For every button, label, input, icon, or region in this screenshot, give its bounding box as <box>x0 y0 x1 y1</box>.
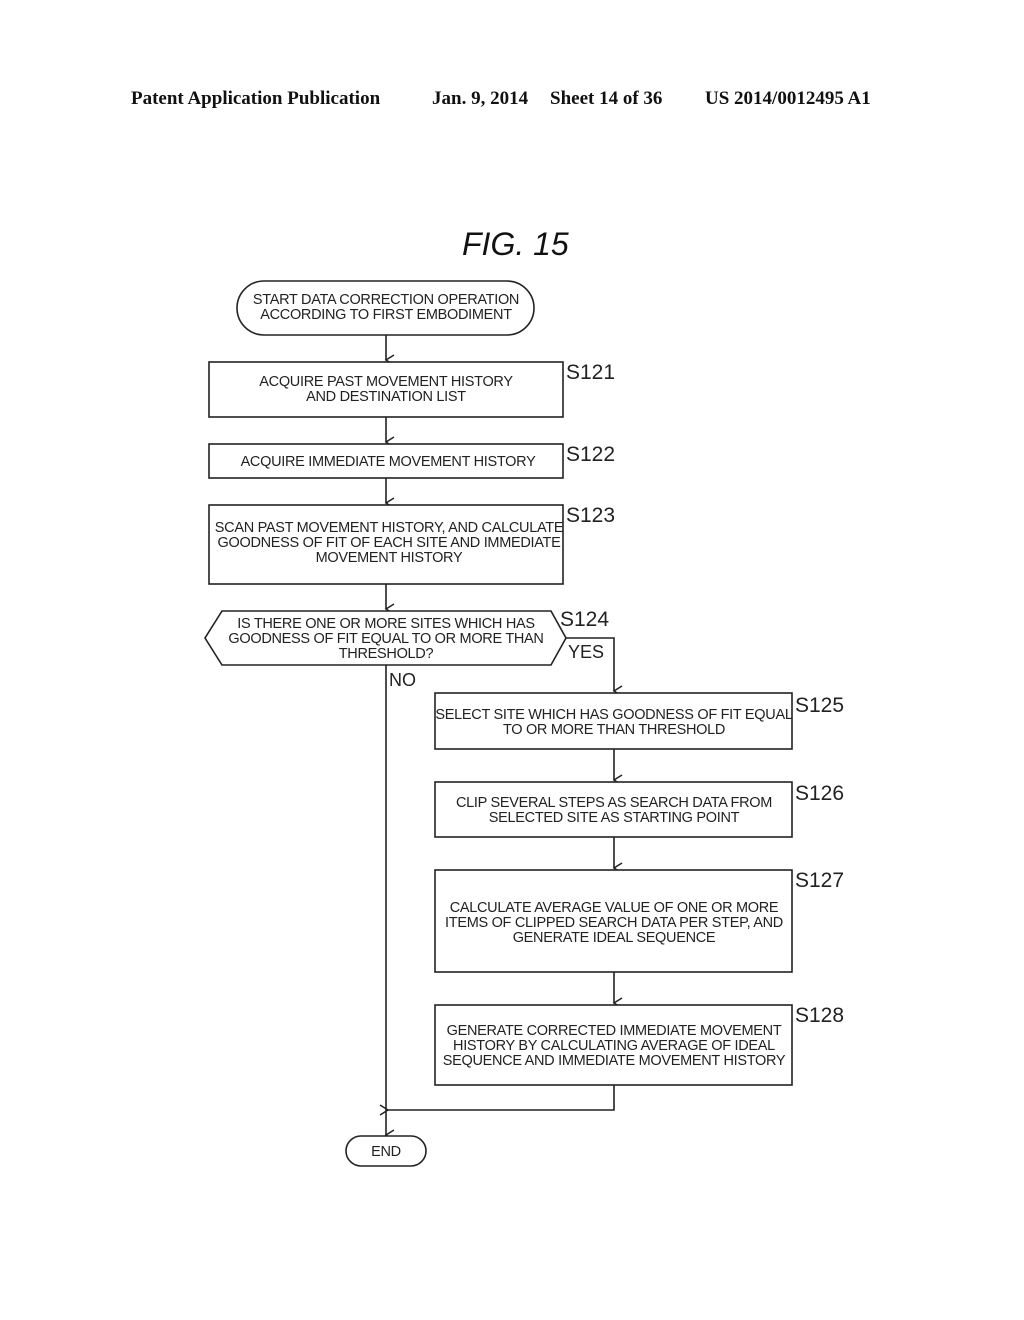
s127-line-1: CALCULATE AVERAGE VALUE OF ONE OR MORE <box>450 900 779 916</box>
s127-line-3: GENERATE IDEAL SEQUENCE <box>513 930 716 946</box>
step-s126: CLIP SEVERAL STEPS AS SEARCH DATA FROM S… <box>434 781 844 838</box>
s128-label: S128 <box>795 1004 844 1027</box>
s124-label: S124 <box>560 608 609 631</box>
step-s127: CALCULATE AVERAGE VALUE OF ONE OR MORE I… <box>434 869 844 973</box>
decision-s124: IS THERE ONE OR MORE SITES WHICH HAS GOO… <box>204 608 609 666</box>
step-s125: SELECT SITE WHICH HAS GOODNESS OF FIT EQ… <box>434 692 844 750</box>
step-s128: GENERATE CORRECTED IMMEDIATE MOVEMENT HI… <box>434 1004 844 1086</box>
s126-line-2: SELECTED SITE AS STARTING POINT <box>489 810 740 826</box>
s127-label: S127 <box>795 869 844 892</box>
s127-line-2: ITEMS OF CLIPPED SEARCH DATA PER STEP, A… <box>445 915 783 931</box>
s121-label: S121 <box>566 361 615 384</box>
s121-line-1: ACQUIRE PAST MOVEMENT HISTORY <box>259 374 513 390</box>
step-s121: ACQUIRE PAST MOVEMENT HISTORY AND DESTIN… <box>208 361 615 418</box>
no-label: NO <box>389 670 416 690</box>
s125-label: S125 <box>795 694 844 717</box>
step-s123: SCAN PAST MOVEMENT HISTORY, AND CALCULAT… <box>208 504 615 585</box>
s122-label: S122 <box>566 443 615 466</box>
s123-line-3: MOVEMENT HISTORY <box>316 550 463 566</box>
end-label: END <box>371 1144 401 1160</box>
start-terminal: START DATA CORRECTION OPERATION ACCORDIN… <box>236 280 535 336</box>
yes-label: YES <box>568 642 604 662</box>
end-terminal: END <box>345 1135 427 1167</box>
s123-label: S123 <box>566 504 615 527</box>
s126-label: S126 <box>795 782 844 805</box>
s126-line-1: CLIP SEVERAL STEPS AS SEARCH DATA FROM <box>456 795 772 811</box>
s124-line-2: GOODNESS OF FIT EQUAL TO OR MORE THAN <box>228 631 543 647</box>
s128-line-3: SEQUENCE AND IMMEDIATE MOVEMENT HISTORY <box>443 1053 786 1069</box>
s125-line-2: TO OR MORE THAN THRESHOLD <box>503 722 725 738</box>
flowchart: START DATA CORRECTION OPERATION ACCORDIN… <box>204 280 844 1167</box>
s124-line-1: IS THERE ONE OR MORE SITES WHICH HAS <box>237 616 535 632</box>
s128-line-1: GENERATE CORRECTED IMMEDIATE MOVEMENT <box>447 1023 782 1039</box>
arrow-s128-merge <box>379 1085 615 1116</box>
s121-line-2: AND DESTINATION LIST <box>306 389 466 405</box>
step-s122: ACQUIRE IMMEDIATE MOVEMENT HISTORY S122 <box>208 443 615 479</box>
start-line-1: START DATA CORRECTION OPERATION <box>253 292 519 308</box>
s128-line-2: HISTORY BY CALCULATING AVERAGE OF IDEAL <box>453 1038 775 1054</box>
s123-line-2: GOODNESS OF FIT OF EACH SITE AND IMMEDIA… <box>218 535 562 551</box>
s125-line-1: SELECT SITE WHICH HAS GOODNESS OF FIT EQ… <box>435 707 792 723</box>
start-line-2: ACCORDING TO FIRST EMBODIMENT <box>260 307 512 323</box>
s123-line-1: SCAN PAST MOVEMENT HISTORY, AND CALCULAT… <box>215 520 564 536</box>
s122-line-1: ACQUIRE IMMEDIATE MOVEMENT HISTORY <box>241 454 537 470</box>
s124-line-3: THRESHOLD? <box>339 646 434 662</box>
